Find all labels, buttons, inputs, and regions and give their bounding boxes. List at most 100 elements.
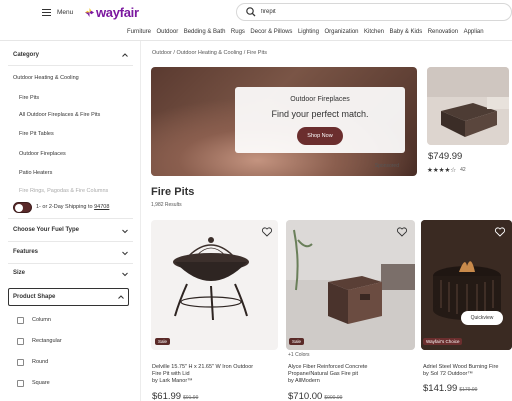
checkbox-round[interactable]: [17, 359, 24, 366]
page-title: Fire Pits: [151, 186, 195, 198]
checkbox-rectangular[interactable]: [17, 338, 24, 345]
banner-card: Outdoor Fireplaces Find your perfect mat…: [235, 87, 405, 153]
filter-sidebar: Category Outdoor Heating & Cooling Fire …: [0, 41, 141, 401]
chevron-up-icon: [118, 295, 124, 299]
product-card[interactable]: Sale: [286, 220, 415, 350]
category-heading[interactable]: Category: [13, 52, 39, 58]
category-nav: Furniture Outdoor Bedding & Bath Rugs De…: [0, 28, 512, 41]
quickview-button[interactable]: Quickview: [461, 311, 503, 325]
nav-baby-kids[interactable]: Baby & Kids: [390, 29, 423, 35]
fire-table-image: [427, 67, 509, 145]
checkbox-column[interactable]: [17, 317, 24, 324]
shape-option-label: Square: [32, 380, 50, 386]
category-outdoor-fireplaces[interactable]: Outdoor Fireplaces: [19, 151, 66, 157]
divider: [8, 218, 133, 219]
product-brand: by AllModern: [288, 378, 320, 384]
logo-pinwheel-icon: [85, 8, 94, 17]
hamburger-icon: [42, 9, 51, 16]
product-name[interactable]: Adriel Steel Wood Burning Fire by Sol 72…: [423, 364, 498, 378]
heart-icon[interactable]: [396, 226, 408, 238]
rating: ★★★★☆ 42: [427, 166, 466, 174]
product-shape-heading: Product Shape: [13, 294, 56, 300]
chevron-up-icon[interactable]: [121, 51, 129, 59]
category-fire-pit-tables[interactable]: Fire Pit Tables: [19, 131, 54, 137]
nav-renovation[interactable]: Renovation: [428, 29, 458, 35]
original-price: $900.99: [324, 395, 343, 401]
product-name[interactable]: Alyce Fiber Reinforced Concrete Propane/…: [288, 364, 367, 385]
header: Menu wayfair: [0, 0, 512, 28]
product-name-line: Alyce Fiber Reinforced Concrete: [288, 364, 368, 370]
nav-lighting[interactable]: Lighting: [298, 29, 319, 35]
heart-icon[interactable]: [261, 226, 273, 238]
menu-label: Menu: [57, 9, 74, 16]
sale-badge: Sale: [155, 338, 171, 345]
nav-kitchen[interactable]: Kitchen: [364, 29, 384, 35]
star-rating-icons: ★★★★☆: [427, 167, 457, 174]
shipping-text: 1- or 2-Day Shipping to: [36, 204, 93, 210]
divider: [8, 65, 133, 66]
fuel-type-heading[interactable]: Choose Your Fuel Type: [13, 227, 79, 233]
banner-title: Find your perfect match.: [271, 109, 369, 119]
shipping-zip-link[interactable]: 94708: [94, 204, 109, 210]
nav-rugs[interactable]: Rugs: [231, 29, 245, 35]
sponsored-label: Sponsored: [374, 163, 399, 169]
breadcrumb-outdoor-heating[interactable]: Outdoor Heating & Cooling: [176, 50, 242, 56]
nav-organization[interactable]: Organization: [324, 29, 358, 35]
product-shape-filter[interactable]: Product Shape: [8, 288, 129, 306]
nav-outdoor[interactable]: Outdoor: [157, 29, 179, 35]
toggle-knob: [15, 204, 23, 212]
chevron-down-icon[interactable]: [121, 227, 129, 235]
product-price: $141.99 $179.99: [423, 383, 477, 394]
breadcrumb-outdoor[interactable]: Outdoor: [152, 50, 172, 56]
sponsored-banner[interactable]: Outdoor Fireplaces Find your perfect mat…: [151, 67, 417, 176]
search-input[interactable]: [261, 9, 461, 15]
product-card[interactable]: Wayfair's Choice: [421, 220, 512, 350]
nav-bedding-bath[interactable]: Bedding & Bath: [184, 29, 226, 35]
wayfair-logo[interactable]: wayfair: [85, 5, 139, 20]
logo-text: wayfair: [96, 5, 139, 20]
category-fire-pits[interactable]: Fire Pits: [19, 95, 39, 101]
shape-option-label: Round: [32, 359, 49, 365]
category-outdoor-heating[interactable]: Outdoor Heating & Cooling: [13, 75, 79, 81]
features-heading[interactable]: Features: [13, 249, 38, 255]
shop-now-button[interactable]: Shop Now: [297, 127, 343, 145]
product-name-line: Fire Pit with Lid: [152, 371, 190, 377]
product-name-line: Propane/Natural Gas Fire pit: [288, 371, 359, 377]
category-all-outdoor-fireplaces[interactable]: All Outdoor Fireplaces & Fire Pits: [19, 112, 100, 118]
sale-price: $710.00: [288, 391, 323, 401]
chevron-down-icon[interactable]: [121, 270, 129, 278]
original-price: $91.99: [183, 395, 199, 401]
product-brand: by Sol 72 Outdoor™: [423, 371, 473, 377]
nav-furniture[interactable]: Furniture: [127, 29, 151, 35]
shape-option-label: Rectangular: [32, 338, 62, 344]
search-bar[interactable]: [236, 3, 512, 21]
shipping-label: 1- or 2-Day Shipping to 94708: [36, 204, 109, 210]
banner-subtitle: Outdoor Fireplaces: [290, 96, 350, 103]
heart-icon[interactable]: [494, 226, 506, 238]
size-heading[interactable]: Size: [13, 270, 25, 276]
product-price: $61.99 $91.99: [152, 391, 198, 401]
menu-button[interactable]: Menu: [42, 9, 73, 16]
rating-count: 42: [460, 167, 466, 173]
product-name[interactable]: Delville 15.75" H x 21.65" W Iron Outdoo…: [152, 364, 253, 385]
wayfairs-choice-badge: Wayfair's Choice: [423, 338, 463, 345]
product-price: $710.00 $900.99: [288, 391, 342, 401]
nav-appliances[interactable]: Applian: [464, 29, 484, 35]
chevron-down-icon[interactable]: [121, 249, 129, 257]
category-patio-heaters[interactable]: Patio Heaters: [19, 170, 52, 176]
concrete-fire-pit-image: [286, 220, 415, 350]
nav-decor-pillows[interactable]: Decor & Pillows: [250, 29, 292, 35]
category-fire-rings[interactable]: Fire Rings, Pagodas & Fire Columns: [19, 188, 108, 194]
product-name-line: Delville 15.75" H x 21.65" W Iron Outdoo…: [152, 364, 254, 370]
checkbox-square[interactable]: [17, 380, 24, 387]
breadcrumb-fire-pits: Fire Pits: [246, 50, 267, 56]
search-icon: [246, 7, 256, 17]
breadcrumb: Outdoor / Outdoor Heating & Cooling / Fi…: [152, 50, 267, 56]
product-brand: by Lark Manor™: [152, 378, 193, 384]
color-count[interactable]: +1 Colors: [288, 352, 310, 358]
featured-product-image[interactable]: [427, 67, 509, 145]
shipping-toggle[interactable]: [13, 202, 32, 213]
divider: [8, 241, 133, 242]
product-card[interactable]: Sale: [151, 220, 278, 350]
shape-option-label: Column: [32, 317, 51, 323]
